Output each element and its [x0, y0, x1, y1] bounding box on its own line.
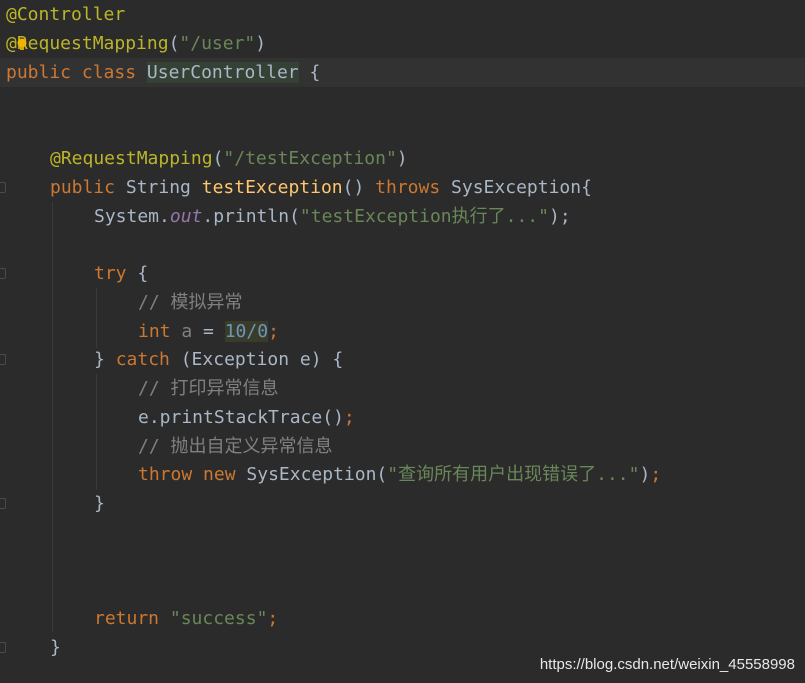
code-line-13[interactable]: } catch (Exception e) { [94, 345, 343, 374]
indent-guide [96, 288, 97, 348]
method-mapping-value: "/testException" [223, 148, 397, 169]
println-string: "testException执行了..." [299, 206, 549, 227]
keyword-throw: throw [138, 464, 193, 485]
code-line-10[interactable]: try { [94, 259, 148, 288]
code-line-1[interactable]: @Controller [6, 0, 125, 29]
keyword-int: int [138, 321, 171, 342]
code-editor[interactable]: @Controller @RequestMapping("/user") pub… [0, 0, 805, 683]
keyword-public: public [50, 177, 116, 198]
code-line-18[interactable]: } [94, 489, 105, 518]
throw-message: "查询所有用户出现错误了..." [387, 464, 640, 485]
class-mapping-value: "/user" [179, 33, 256, 54]
code-line-3[interactable]: public class UserController { [6, 58, 320, 87]
indent-guide [52, 202, 53, 632]
code-line-14[interactable]: // 打印异常信息 [138, 374, 279, 403]
keyword-new: new [203, 464, 236, 485]
type-string: String [125, 177, 191, 198]
code-line-11[interactable]: // 模拟异常 [138, 288, 243, 317]
keyword-try: try [94, 263, 127, 284]
method-name: testException [201, 177, 343, 198]
keyword-catch: catch [115, 349, 170, 370]
exception-type: SysException{ [451, 177, 592, 198]
fold-marker-icon[interactable] [0, 498, 6, 509]
code-line-8[interactable]: System.out.println("testException执行了..."… [94, 202, 571, 231]
code-line-12[interactable]: int a = 10/0; [138, 317, 279, 346]
fold-marker-icon[interactable] [0, 354, 6, 365]
division-expression: 10/0 [224, 321, 269, 342]
fold-marker-icon[interactable] [0, 268, 6, 279]
code-line-2[interactable]: @RequestMapping("/user") [6, 29, 266, 58]
keyword-public: public [6, 62, 72, 83]
fold-marker-icon[interactable] [0, 182, 6, 193]
code-line-16[interactable]: // 抛出自定义异常信息 [138, 432, 333, 461]
code-line-15[interactable]: e.printStackTrace(); [138, 403, 355, 432]
class-name: UserController [146, 62, 299, 83]
code-line-22[interactable]: return "success"; [94, 604, 278, 633]
fold-marker-icon[interactable] [0, 642, 6, 653]
annotation-controller: @Controller [6, 4, 126, 25]
keyword-throws: throws [375, 177, 441, 198]
annotation-request-mapping: @RequestMapping [6, 33, 169, 54]
open-brace: { [309, 62, 321, 83]
catch-params: (Exception e) { [180, 349, 344, 370]
code-line-7[interactable]: public String testException() throws Sys… [50, 173, 592, 202]
print-stack-trace-call: e.printStackTrace() [138, 407, 344, 428]
comment-throw: // 抛出自定义异常信息 [138, 436, 333, 457]
code-line-6[interactable]: @RequestMapping("/testException") [50, 144, 408, 173]
variable-a: a [181, 321, 193, 342]
indent-guide [96, 374, 97, 490]
intention-bulb-icon[interactable] [17, 38, 27, 51]
method-annotation: @RequestMapping [50, 148, 213, 169]
static-field-out: out [169, 206, 203, 227]
code-line-17[interactable]: throw new SysException("查询所有用户出现错误了...")… [138, 460, 661, 489]
watermark: https://blog.csdn.net/weixin_45558998 [539, 656, 795, 673]
comment-simulate: // 模拟异常 [138, 292, 243, 313]
comment-print: // 打印异常信息 [138, 378, 279, 399]
keyword-return: return [94, 608, 160, 629]
code-line-23[interactable]: } [50, 633, 61, 662]
keyword-class: class [81, 62, 137, 83]
return-value: "success" [169, 608, 268, 629]
